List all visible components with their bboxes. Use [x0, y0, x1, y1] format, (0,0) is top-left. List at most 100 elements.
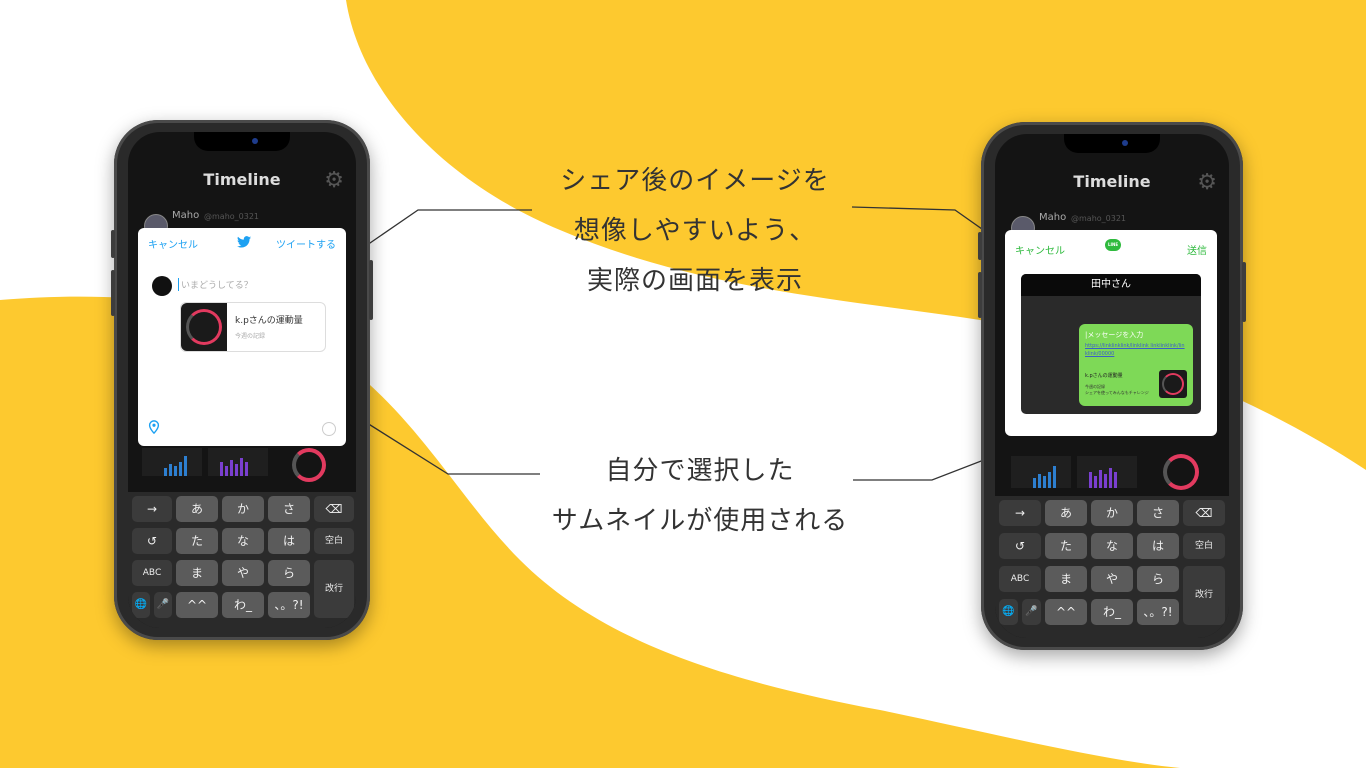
preview-thumbnail: [181, 303, 227, 351]
preview-thumbnail: [1159, 370, 1187, 398]
card-title: k.pさんの運動量: [235, 316, 303, 326]
caption-bottom-line-2: サムネイルが使用される: [551, 506, 849, 536]
chat-preview: 田中さん |メッセージを入力 https://linklinklink/link…: [1021, 274, 1201, 414]
key-space[interactable]: 空白: [314, 528, 354, 554]
caption-bottom: 自分で選択した サムネイルが使用される: [530, 446, 870, 546]
tweet-input[interactable]: いまどうしてる？: [178, 278, 253, 291]
caption-top-line-1: シェア後のイメージを: [560, 166, 830, 196]
key-delete[interactable]: ⌫: [1183, 500, 1225, 526]
phone-screen: Timeline ⚙ Maho @maho_0321 キャンセル ツイートする …: [128, 132, 356, 628]
tweet-button[interactable]: ツイートする: [276, 236, 336, 251]
notch: [1064, 134, 1160, 153]
key-emoticon[interactable]: ^^: [1045, 599, 1087, 625]
chat-header: 田中さん: [1021, 274, 1201, 296]
key-wa[interactable]: わ_: [1091, 599, 1133, 625]
twitter-sheet-header: キャンセル ツイートする: [148, 234, 336, 251]
key-ta[interactable]: た: [1045, 533, 1087, 559]
caption-top: シェア後のイメージを 想像しやすいよう、 実際の画面を表示: [530, 156, 860, 306]
user-name: Maho: [172, 210, 200, 221]
caption-top-line-2: 想像しやすいよう、: [573, 216, 817, 246]
key-globe[interactable]: 🌐: [999, 599, 1018, 625]
ring-thumbnail: [1163, 454, 1199, 490]
gear-icon[interactable]: ⚙: [1197, 170, 1217, 195]
front-camera: [252, 138, 258, 144]
line-logo-icon: LINE: [1105, 239, 1121, 251]
timeline-title: Timeline: [1073, 172, 1151, 191]
user-name: Maho: [1039, 212, 1067, 223]
cancel-button[interactable]: キャンセル: [1015, 242, 1065, 257]
card-sub-2: シェアを使ってみんなもチャレンジ: [1085, 390, 1149, 395]
message-link[interactable]: https://linklinklink/linklink linklinkli…: [1085, 342, 1187, 358]
share-preview-card[interactable]: k.pさんの運動量 今週の記録: [180, 302, 326, 352]
key-ya[interactable]: や: [222, 560, 264, 586]
line-share-sheet: キャンセル LINE 送信 田中さん |メッセージを入力 https://lin…: [1005, 230, 1217, 436]
phone-screen: Timeline ⚙ Maho @maho_0321 キャンセル LINE 送信…: [995, 134, 1229, 638]
key-ha[interactable]: は: [1137, 533, 1179, 559]
keyboard: → あ か さ ⌫ ↺ た な は 空白 ABC ま や ら 改行 🌐 🎤 ^^…: [128, 492, 356, 628]
key-space[interactable]: 空白: [1183, 533, 1225, 559]
key-wa[interactable]: わ_: [222, 592, 264, 618]
keyboard: → あ か さ ⌫ ↺ た な は 空白 ABC ま や ら 改行 🌐 🎤 ^^…: [995, 496, 1229, 638]
timeline-title: Timeline: [203, 170, 281, 189]
sheet-avatar: [152, 276, 172, 296]
card-subtitle: 今週の記録: [235, 333, 266, 340]
key-punct[interactable]: 、。?!: [1137, 599, 1179, 625]
ring-thumbnail: [292, 448, 326, 482]
gear-icon[interactable]: ⚙: [324, 168, 344, 193]
key-mic[interactable]: 🎤: [154, 592, 172, 618]
thumbnail-row: [142, 448, 342, 482]
bar-thumbnail-blue: [1011, 456, 1071, 488]
message-bubble: |メッセージを入力 https://linklinklink/linklink …: [1079, 324, 1193, 406]
key-ha[interactable]: は: [268, 528, 310, 554]
user-handle: @maho_0321: [1071, 214, 1127, 223]
key-abc[interactable]: ABC: [132, 560, 172, 586]
key-na[interactable]: な: [222, 528, 264, 554]
caption-top-line-3: 実際の画面を表示: [586, 266, 803, 296]
key-arrow[interactable]: →: [132, 496, 172, 522]
key-emoticon[interactable]: ^^: [176, 592, 218, 618]
key-return[interactable]: 改行: [1183, 566, 1225, 625]
key-mic[interactable]: 🎤: [1022, 599, 1041, 625]
phone-twitter: Timeline ⚙ Maho @maho_0321 キャンセル ツイートする …: [111, 120, 373, 640]
key-na[interactable]: な: [1091, 533, 1133, 559]
notch: [194, 132, 290, 151]
send-button[interactable]: 送信: [1187, 242, 1207, 257]
key-ra[interactable]: ら: [268, 560, 310, 586]
caption-bottom-line-1: 自分で選択した: [605, 456, 795, 486]
key-abc[interactable]: ABC: [999, 566, 1041, 592]
bar-thumbnail-purple: [1077, 456, 1137, 488]
bar-thumbnail-purple: [208, 448, 268, 476]
location-pin-icon[interactable]: [148, 420, 160, 434]
key-ya[interactable]: や: [1091, 566, 1133, 592]
key-arrow[interactable]: →: [999, 500, 1041, 526]
key-undo[interactable]: ↺: [999, 533, 1041, 559]
front-camera: [1122, 140, 1128, 146]
key-delete[interactable]: ⌫: [314, 496, 354, 522]
key-punct[interactable]: 、。?!: [268, 592, 310, 618]
card-title: k.pさんの運動量: [1085, 373, 1123, 379]
key-globe[interactable]: 🌐: [132, 592, 150, 618]
key-ma[interactable]: ま: [1045, 566, 1087, 592]
progress-ring: [186, 309, 222, 345]
thumbnail-row: [1009, 454, 1215, 490]
phone-line: Timeline ⚙ Maho @maho_0321 キャンセル LINE 送信…: [978, 122, 1246, 650]
line-sheet-header: キャンセル LINE 送信: [1015, 236, 1207, 257]
user-handle: @maho_0321: [204, 212, 260, 221]
key-ma[interactable]: ま: [176, 560, 218, 586]
key-ta[interactable]: た: [176, 528, 218, 554]
key-undo[interactable]: ↺: [132, 528, 172, 554]
cancel-button[interactable]: キャンセル: [148, 236, 198, 251]
twitter-compose-sheet: キャンセル ツイートする いまどうしてる？ k.pさんの運動量 今週の記録: [138, 228, 346, 446]
key-sa[interactable]: さ: [1137, 500, 1179, 526]
key-sa[interactable]: さ: [268, 496, 310, 522]
key-ra[interactable]: ら: [1137, 566, 1179, 592]
message-input[interactable]: |メッセージを入力: [1085, 330, 1143, 340]
key-a[interactable]: あ: [176, 496, 218, 522]
key-return[interactable]: 改行: [314, 560, 354, 618]
char-count-circle-icon: [322, 422, 336, 436]
key-ka[interactable]: か: [1091, 500, 1133, 526]
key-ka[interactable]: か: [222, 496, 264, 522]
key-a[interactable]: あ: [1045, 500, 1087, 526]
twitter-bird-icon: [237, 236, 251, 248]
bar-thumbnail-blue: [142, 448, 202, 476]
